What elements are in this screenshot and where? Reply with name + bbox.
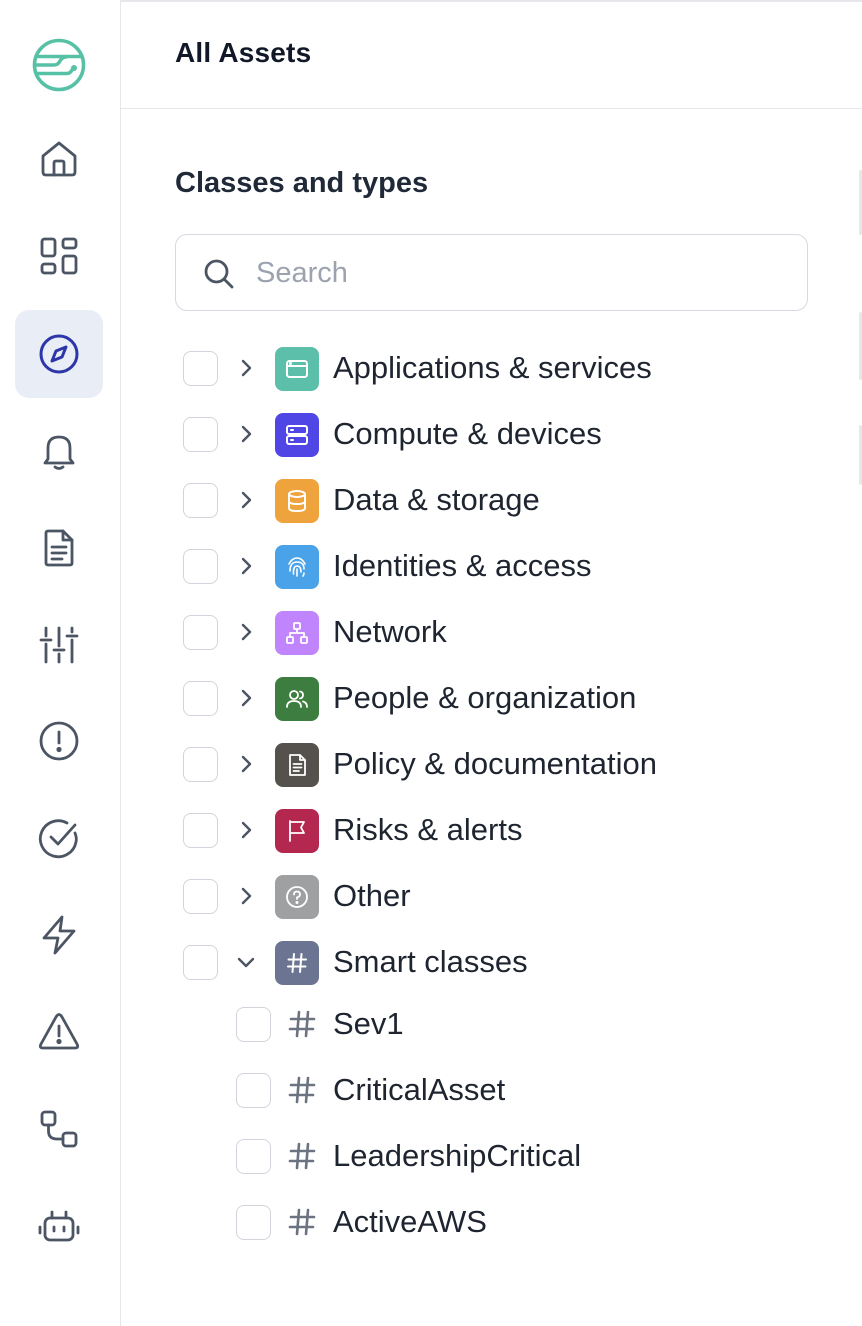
- class-row-smart-classes[interactable]: Smart classes: [175, 930, 795, 996]
- chevron-right-icon[interactable]: [233, 883, 259, 909]
- nav-issues[interactable]: [15, 697, 103, 785]
- checkbox[interactable]: [183, 747, 218, 782]
- chevron-right-icon[interactable]: [233, 619, 259, 645]
- smart-class-item-leadershipcritical[interactable]: LeadershipCritical: [236, 1124, 756, 1190]
- checkbox[interactable]: [183, 945, 218, 980]
- hash-icon: [275, 941, 319, 985]
- dashboard-icon: [40, 237, 78, 275]
- home-icon: [41, 141, 77, 177]
- workflow-icon: [40, 1110, 78, 1148]
- nav-dashboard[interactable]: [15, 212, 103, 300]
- lightning-icon: [42, 915, 76, 955]
- sliders-icon: [39, 626, 79, 664]
- app-window-icon: [275, 347, 319, 391]
- nav-notifications[interactable]: [15, 407, 103, 495]
- chevron-right-icon[interactable]: [233, 487, 259, 513]
- people-icon: [275, 677, 319, 721]
- robot-icon: [38, 1210, 80, 1242]
- nav-explore[interactable]: [15, 310, 103, 398]
- nav-settings-sliders[interactable]: [15, 601, 103, 689]
- chevron-right-icon[interactable]: [233, 421, 259, 447]
- alert-circle-icon: [39, 721, 79, 761]
- class-row-data-storage[interactable]: Data & storage: [175, 468, 795, 534]
- check-circle-icon: [38, 819, 78, 859]
- bell-icon: [43, 435, 75, 470]
- policy-doc-icon: [275, 743, 319, 787]
- checkbox[interactable]: [183, 681, 218, 716]
- checkbox[interactable]: [183, 615, 218, 650]
- sidebar-nav: [0, 0, 121, 1326]
- class-label: People & organization: [333, 680, 637, 715]
- smart-class-label: ActiveAWS: [333, 1204, 487, 1239]
- chevron-right-icon[interactable]: [233, 553, 259, 579]
- flag-icon: [275, 809, 319, 853]
- chevron-right-icon[interactable]: [233, 751, 259, 777]
- checkbox[interactable]: [183, 549, 218, 584]
- class-row-policy[interactable]: Policy & documentation: [175, 732, 795, 798]
- nav-ai-assistant[interactable]: [15, 1182, 103, 1270]
- class-row-other[interactable]: Other: [175, 864, 795, 930]
- fingerprint-icon: [275, 545, 319, 589]
- smart-class-label: CriticalAsset: [333, 1072, 506, 1107]
- question-icon: [275, 875, 319, 919]
- checkbox[interactable]: [236, 1007, 271, 1042]
- page-title: All Assets: [175, 37, 312, 68]
- chevron-right-icon[interactable]: [233, 355, 259, 381]
- chevron-down-icon[interactable]: [233, 949, 259, 975]
- nav-warnings[interactable]: [15, 988, 103, 1076]
- smart-class-item-sev1[interactable]: Sev1: [236, 992, 756, 1058]
- nav-tasks[interactable]: [15, 794, 103, 882]
- class-row-risks[interactable]: Risks & alerts: [175, 798, 795, 864]
- nav-automations[interactable]: [15, 891, 103, 979]
- search-icon: [204, 259, 234, 289]
- nav-documents[interactable]: [15, 504, 103, 592]
- search-input[interactable]: [256, 249, 776, 297]
- checkbox[interactable]: [183, 417, 218, 452]
- class-label: Identities & access: [333, 548, 592, 583]
- nav-workflows[interactable]: [15, 1085, 103, 1173]
- hash-icon: [288, 1208, 316, 1236]
- checkbox[interactable]: [183, 351, 218, 386]
- class-row-applications[interactable]: Applications & services: [175, 336, 795, 402]
- class-label: Applications & services: [333, 350, 652, 385]
- warning-triangle-icon: [38, 1013, 80, 1050]
- checkbox[interactable]: [236, 1073, 271, 1108]
- checkbox[interactable]: [183, 813, 218, 848]
- class-label: Risks & alerts: [333, 812, 523, 847]
- class-row-identities[interactable]: Identities & access: [175, 534, 795, 600]
- checkbox[interactable]: [236, 1139, 271, 1174]
- smart-class-item-criticalasset[interactable]: CriticalAsset: [236, 1058, 756, 1124]
- server-icon: [275, 413, 319, 457]
- class-label: Compute & devices: [333, 416, 602, 451]
- chevron-right-icon[interactable]: [233, 685, 259, 711]
- class-row-people[interactable]: People & organization: [175, 666, 795, 732]
- database-icon: [275, 479, 319, 523]
- smart-class-label: LeadershipCritical: [333, 1138, 582, 1173]
- chevron-right-icon[interactable]: [233, 817, 259, 843]
- class-row-network[interactable]: Network: [175, 600, 795, 666]
- class-label: Network: [333, 614, 447, 649]
- class-label: Other: [333, 878, 411, 913]
- class-label: Policy & documentation: [333, 746, 657, 781]
- nav-home[interactable]: [15, 115, 103, 203]
- section-title: Classes and types: [175, 167, 429, 199]
- class-label: Data & storage: [333, 482, 540, 517]
- checkbox[interactable]: [183, 483, 218, 518]
- network-icon: [275, 611, 319, 655]
- document-icon: [44, 529, 74, 567]
- hash-icon: [288, 1010, 316, 1038]
- checkbox[interactable]: [236, 1205, 271, 1240]
- main-panel: All Assets Classes and types Application…: [121, 0, 862, 1326]
- checkbox[interactable]: [183, 879, 218, 914]
- app-logo-icon[interactable]: [31, 37, 87, 93]
- class-row-compute[interactable]: Compute & devices: [175, 402, 795, 468]
- class-label: Smart classes: [333, 944, 528, 979]
- smart-class-label: Sev1: [333, 1006, 404, 1041]
- hash-icon: [288, 1142, 316, 1170]
- hash-icon: [288, 1076, 316, 1104]
- search-box: [175, 234, 808, 311]
- smart-class-item-activeaws[interactable]: ActiveAWS: [236, 1190, 756, 1256]
- page-header: All Assets: [121, 0, 862, 109]
- compass-icon: [39, 334, 79, 374]
